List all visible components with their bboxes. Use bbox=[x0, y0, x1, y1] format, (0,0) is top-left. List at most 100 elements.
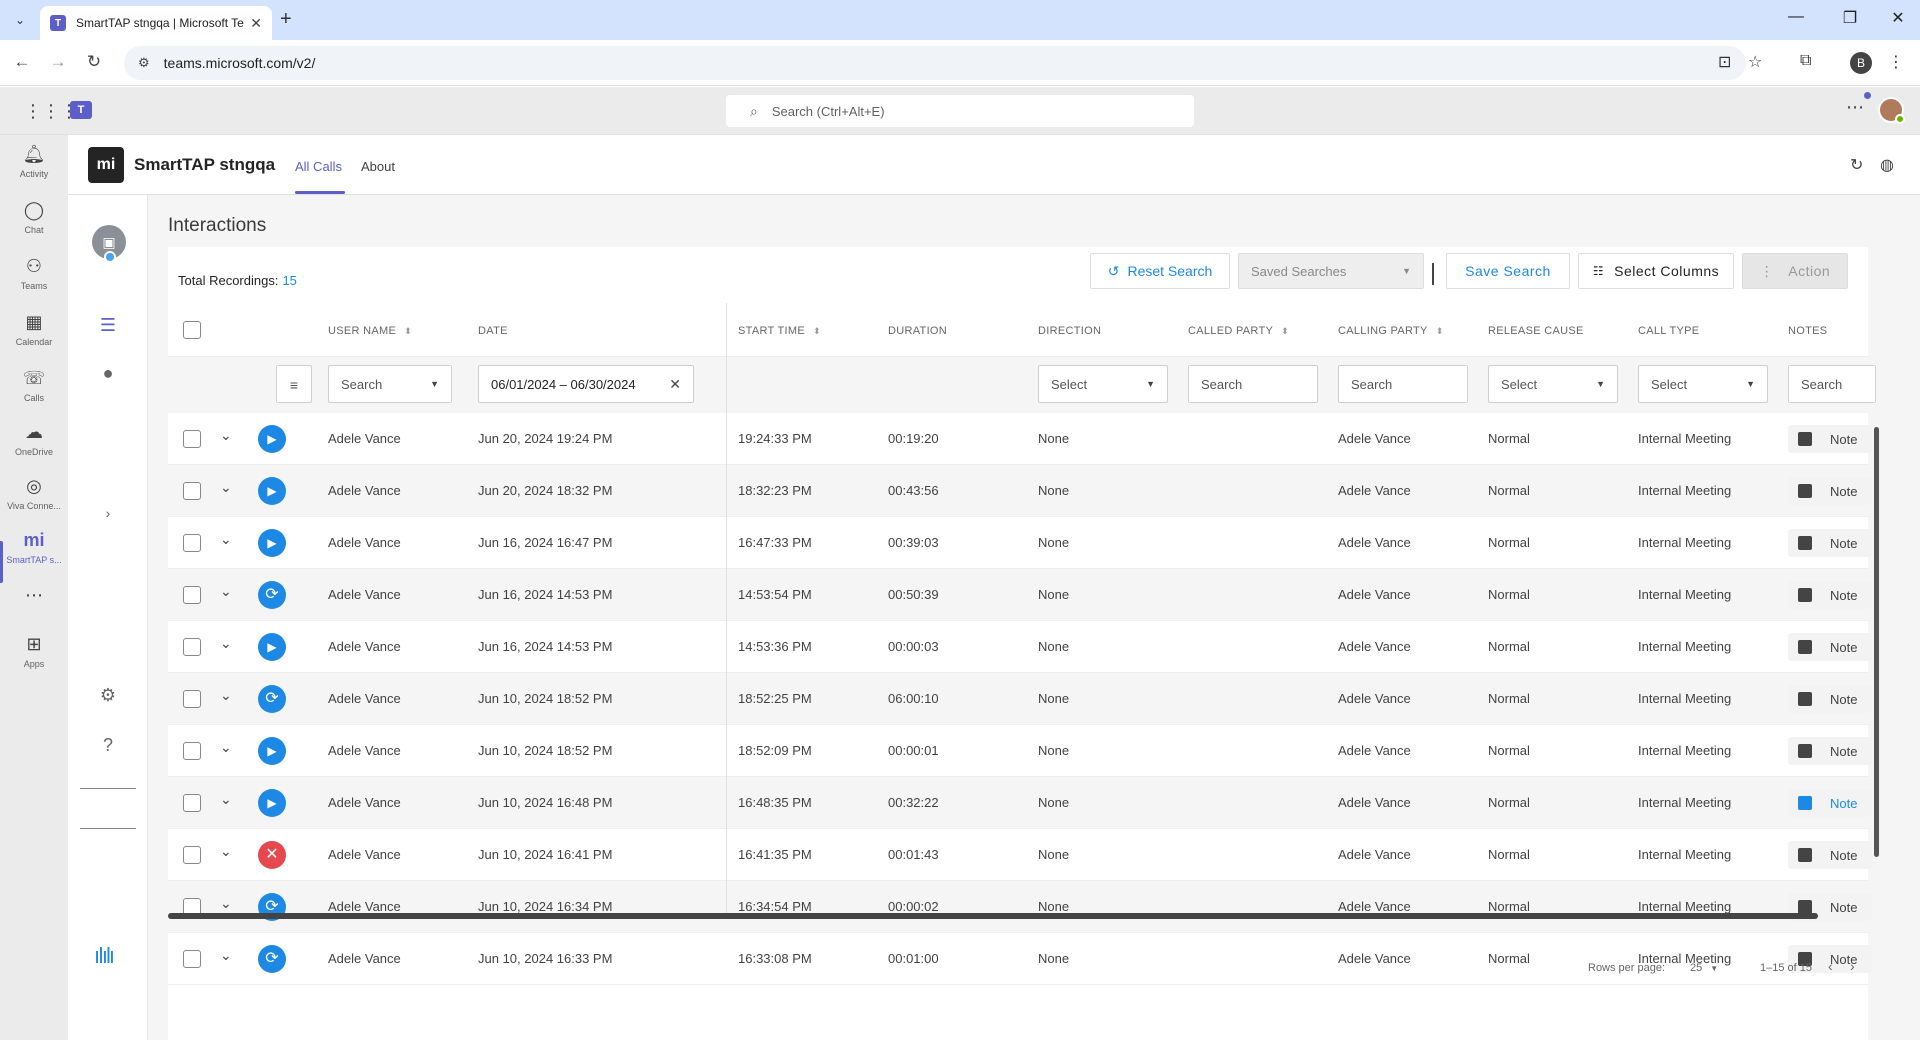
table-row[interactable]: ⌄ ▶ Adele Vance Jun 16, 2024 14:53 PM 14:53:… bbox=[168, 621, 1872, 673]
more-options-icon[interactable]: ⋯ bbox=[1846, 97, 1864, 118]
col-start-time[interactable]: START TIME ⬍ bbox=[738, 325, 821, 337]
reset-search-button[interactable]: ↺ Reset Search bbox=[1090, 253, 1230, 289]
expand-row-chevron-icon[interactable]: ⌄ bbox=[220, 687, 232, 704]
play-icon[interactable]: ▶ bbox=[258, 425, 286, 453]
row-checkbox[interactable] bbox=[183, 638, 201, 656]
row-checkbox[interactable] bbox=[183, 534, 201, 552]
new-tab-icon[interactable]: + bbox=[280, 8, 292, 31]
globe-icon[interactable]: ◍ bbox=[1880, 155, 1894, 175]
table-row[interactable]: ⌄ ⟳ Adele Vance Jun 10, 2024 18:52 PM 18:52:… bbox=[168, 673, 1872, 725]
saved-searches-dropdown[interactable]: Saved Searches ▼ bbox=[1238, 253, 1424, 289]
table-row[interactable]: ⌄ ▶ Adele Vance Jun 20, 2024 19:24 PM 19:24:… bbox=[168, 413, 1872, 465]
sort-icon[interactable]: ⬍ bbox=[1281, 326, 1289, 336]
close-tab-icon[interactable]: ✕ bbox=[250, 15, 262, 32]
user-avatar[interactable] bbox=[1878, 97, 1905, 124]
play-icon[interactable]: ▶ bbox=[258, 529, 286, 557]
save-search-button[interactable]: Save Search bbox=[1446, 253, 1570, 289]
table-row[interactable]: ⌄ ⟳ Adele Vance Jun 10, 2024 16:34 PM 16:34:… bbox=[168, 881, 1872, 933]
expand-row-chevron-icon[interactable]: ⌄ bbox=[220, 583, 232, 600]
expand-row-chevron-icon[interactable]: ⌄ bbox=[220, 635, 232, 652]
next-page-icon[interactable]: › bbox=[1850, 958, 1855, 974]
call-type-filter[interactable]: Select ▼ bbox=[1638, 365, 1768, 403]
teams-search-input[interactable]: ⌕ Search (Ctrl+Alt+E) bbox=[726, 95, 1194, 127]
col-calling-party[interactable]: CALLING PARTY ⬍ bbox=[1338, 325, 1444, 337]
select-all-checkbox[interactable] bbox=[183, 321, 201, 339]
note-button[interactable]: Note bbox=[1788, 633, 1872, 661]
sync-icon[interactable]: ⟳ bbox=[258, 685, 286, 713]
called-party-filter[interactable]: Search bbox=[1188, 365, 1318, 403]
rail-onedrive[interactable]: ☁ OneDrive bbox=[0, 413, 68, 465]
browser-tab[interactable]: T SmartTAP stngqa | Microsoft Te ✕ bbox=[40, 6, 272, 40]
col-called-party[interactable]: CALLED PARTY ⬍ bbox=[1188, 325, 1289, 337]
note-button[interactable]: Note bbox=[1788, 685, 1872, 713]
rail-calls[interactable]: ☏ Calls bbox=[0, 359, 68, 411]
list-view-icon[interactable]: ☰ bbox=[68, 315, 148, 336]
tab-all-calls[interactable]: All Calls bbox=[295, 159, 342, 174]
row-checkbox[interactable] bbox=[183, 742, 201, 760]
refresh-icon[interactable]: ↻ bbox=[1850, 155, 1863, 175]
rail-chat[interactable]: ◯ Chat bbox=[0, 191, 68, 243]
note-button[interactable]: Note bbox=[1788, 737, 1872, 765]
row-checkbox[interactable] bbox=[183, 586, 201, 604]
play-icon[interactable]: ▶ bbox=[258, 633, 286, 661]
site-settings-icon[interactable]: ⚙ bbox=[138, 55, 150, 71]
filter-icon[interactable]: ≡ bbox=[276, 365, 312, 403]
rail-activity[interactable]: 🔔︎ Activity bbox=[0, 135, 68, 187]
note-button[interactable]: Note bbox=[1788, 789, 1872, 817]
table-row[interactable]: ⌄ ▶ Adele Vance Jun 10, 2024 16:48 PM 16:48:… bbox=[168, 777, 1872, 829]
row-checkbox[interactable] bbox=[183, 482, 201, 500]
rows-per-page-select[interactable]: 25 ▼ bbox=[1690, 962, 1718, 974]
vertical-scrollbar[interactable] bbox=[1874, 427, 1879, 857]
user-photo-avatar[interactable]: ▣ bbox=[92, 225, 126, 263]
restore-icon[interactable]: ❐ bbox=[1830, 8, 1870, 28]
expand-row-chevron-icon[interactable]: ⌄ bbox=[220, 739, 232, 756]
horizontal-scrollbar[interactable] bbox=[168, 913, 1818, 919]
expand-row-chevron-icon[interactable]: ⌄ bbox=[220, 427, 232, 444]
row-checkbox[interactable] bbox=[183, 846, 201, 864]
address-bar[interactable]: ⚙ teams.microsoft.com/v2/ bbox=[124, 46, 1746, 80]
table-row[interactable]: ⌄ ▶ Adele Vance Jun 16, 2024 16:47 PM 16:47:… bbox=[168, 517, 1872, 569]
select-columns-button[interactable]: ☷ Select Columns bbox=[1578, 253, 1734, 289]
gear-icon[interactable]: ⚙ bbox=[68, 685, 148, 706]
tab-about[interactable]: About bbox=[361, 159, 395, 174]
expand-row-chevron-icon[interactable]: ⌄ bbox=[220, 791, 232, 808]
note-button[interactable]: Note bbox=[1788, 529, 1872, 557]
action-button[interactable]: ⋮ Action bbox=[1742, 253, 1848, 289]
close-window-icon[interactable]: ✕ bbox=[1878, 8, 1918, 28]
table-row[interactable]: ⌄ ✕ Adele Vance Jun 10, 2024 16:41 PM 16:41:… bbox=[168, 829, 1872, 881]
error-icon[interactable]: ✕ bbox=[258, 841, 286, 869]
help-icon[interactable]: ? bbox=[68, 735, 148, 756]
person-icon[interactable]: ● bbox=[68, 363, 148, 384]
note-button[interactable]: Note bbox=[1788, 425, 1872, 453]
profile-avatar[interactable]: B bbox=[1850, 52, 1872, 74]
calling-party-filter[interactable]: Search bbox=[1338, 365, 1468, 403]
release-cause-filter[interactable]: Select ▼ bbox=[1488, 365, 1618, 403]
rail-calendar[interactable]: ▦ Calendar bbox=[0, 303, 68, 355]
rail-more[interactable]: ⋯ bbox=[0, 571, 68, 623]
tab-search-icon[interactable]: ⌄ bbox=[8, 10, 32, 30]
expand-row-chevron-icon[interactable]: ⌄ bbox=[220, 843, 232, 860]
chrome-menu-icon[interactable]: ⋮ bbox=[1888, 52, 1904, 72]
expand-row-chevron-icon[interactable]: ⌄ bbox=[220, 531, 232, 548]
rail-smarttap[interactable]: mi SmartTAP s... bbox=[0, 521, 68, 573]
forward-icon[interactable]: → bbox=[46, 52, 70, 72]
install-app-icon[interactable]: ⊡ bbox=[1718, 52, 1731, 72]
user-name-filter[interactable]: Search ▼ bbox=[328, 365, 452, 403]
rail-apps[interactable]: ⊞ Apps bbox=[0, 625, 68, 677]
table-row[interactable]: ⌄ ⟳ Adele Vance Jun 16, 2024 14:53 PM 14:53:… bbox=[168, 569, 1872, 621]
notes-filter[interactable]: Search bbox=[1788, 365, 1876, 403]
row-checkbox[interactable] bbox=[183, 690, 201, 708]
table-row[interactable]: ⌄ ▶ Adele Vance Jun 20, 2024 18:32 PM 18:32:… bbox=[168, 465, 1872, 517]
sort-icon[interactable]: ⬍ bbox=[813, 326, 821, 336]
sync-icon[interactable]: ⟳ bbox=[258, 581, 286, 609]
rail-viva[interactable]: ◎ Viva Conne... bbox=[0, 467, 68, 519]
extensions-icon[interactable]: ⧉ bbox=[1800, 52, 1811, 70]
table-row[interactable]: ⌄ ▶ Adele Vance Jun 10, 2024 18:52 PM 18:52:… bbox=[168, 725, 1872, 777]
rail-teams[interactable]: ⚇ Teams bbox=[0, 247, 68, 299]
col-user-name[interactable]: USER NAME ⬍ bbox=[328, 325, 412, 337]
play-icon[interactable]: ▶ bbox=[258, 789, 286, 817]
date-range-filter[interactable]: 06/01/2024 – 06/30/2024 ✕ bbox=[478, 365, 694, 403]
back-icon[interactable]: ← bbox=[10, 52, 34, 72]
sort-icon[interactable]: ⬍ bbox=[1436, 326, 1444, 336]
sort-icon[interactable]: ⬍ bbox=[404, 326, 412, 336]
